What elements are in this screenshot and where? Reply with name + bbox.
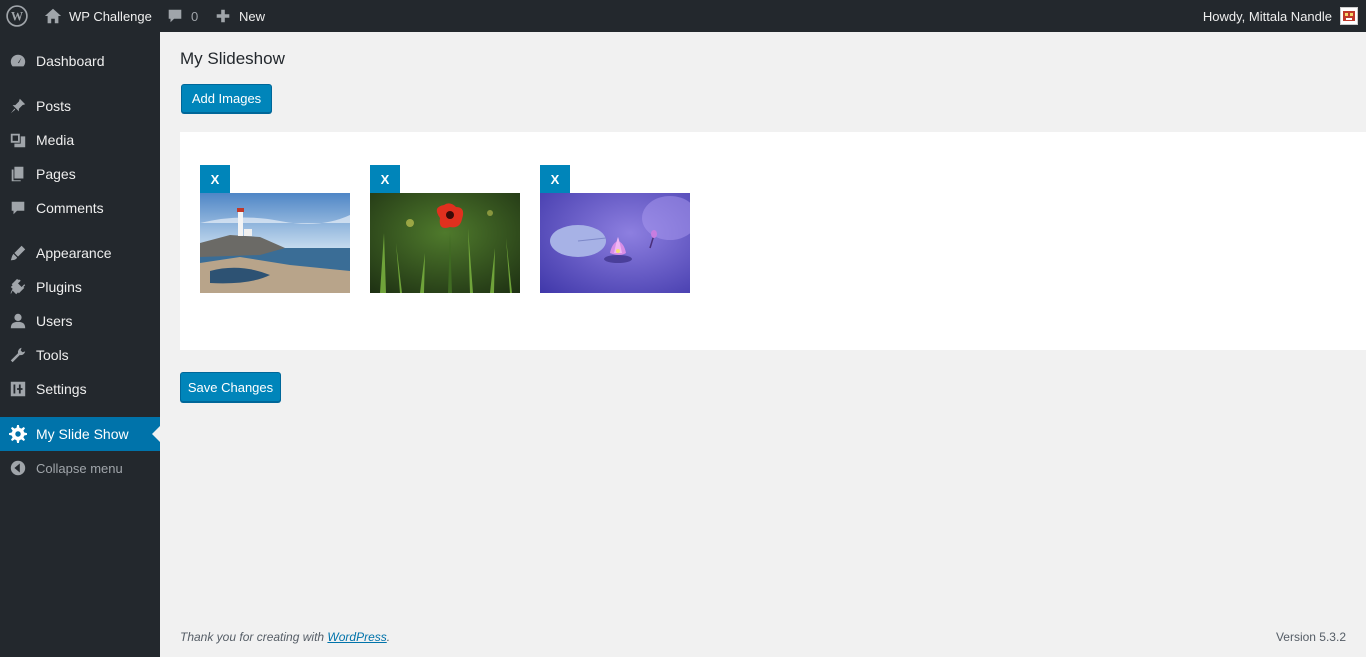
main-content: My Slideshow Add Images X X X Save Chang… (160, 32, 1366, 657)
wrench-icon (0, 346, 36, 364)
menu-label: Appearance (36, 245, 112, 261)
collapse-menu-button[interactable]: Collapse menu (0, 451, 160, 485)
menu-item-dashboard[interactable]: Dashboard (0, 44, 160, 78)
pages-icon (0, 165, 36, 183)
menu-item-my-slide-show[interactable]: My Slide Show (0, 417, 160, 451)
menu-label: My Slide Show (36, 426, 129, 442)
menu-item-posts[interactable]: Posts (0, 89, 160, 123)
remove-image-button[interactable]: X (370, 165, 400, 193)
save-changes-button[interactable]: Save Changes (180, 372, 281, 402)
menu-label: Settings (36, 381, 87, 397)
current-pointer (152, 426, 160, 442)
footer-thanks-suffix: . (386, 630, 391, 644)
plugin-icon (0, 278, 36, 296)
lighthouse-image[interactable] (200, 193, 350, 293)
menu-label: Plugins (36, 279, 82, 295)
water-lily-image[interactable] (540, 193, 690, 293)
wordpress-logo-icon[interactable]: W (6, 0, 30, 32)
menu-item-plugins[interactable]: Plugins (0, 270, 160, 304)
menu-item-users[interactable]: Users (0, 304, 160, 338)
remove-image-button[interactable]: X (540, 165, 570, 193)
gallery-item: X (200, 165, 350, 293)
users-icon (0, 312, 36, 330)
comments-link[interactable]: 0 (165, 0, 198, 32)
howdy-text: Howdy, Mittala Nandle (1202, 8, 1332, 24)
menu-label: Posts (36, 98, 72, 114)
menu-label: Users (36, 313, 73, 329)
footer-thanks: Thank you for creating with WordPress. (180, 630, 390, 644)
footer-thanks-prefix: Thank you for creating with (180, 630, 328, 644)
remove-image-button[interactable]: X (200, 165, 230, 193)
comments-count: 0 (191, 8, 199, 24)
wordpress-link[interactable]: WordPress (327, 630, 386, 644)
avatar (1340, 7, 1358, 25)
collapse-label: Collapse menu (36, 460, 123, 476)
poppy-image[interactable] (370, 193, 520, 293)
new-content-link[interactable]: New (213, 0, 265, 32)
menu-item-comments[interactable]: Comments (0, 191, 160, 225)
gallery-item: X (370, 165, 520, 293)
site-name: WP Challenge (69, 8, 152, 24)
menu-label: Tools (36, 347, 69, 363)
dashboard-icon (0, 52, 36, 70)
menu-item-media[interactable]: Media (0, 123, 160, 157)
comment-icon (0, 199, 36, 217)
menu-label: Comments (36, 200, 104, 216)
home-icon (43, 6, 63, 26)
admin-bar: W WP Challenge 0 New Howdy, Mittala Nand… (0, 0, 1366, 32)
menu-item-appearance[interactable]: Appearance (0, 236, 160, 270)
footer-version: Version 5.3.2 (1275, 630, 1346, 644)
paintbrush-icon (0, 244, 36, 262)
page-title: My Slideshow (180, 49, 285, 68)
settings-icon (0, 380, 36, 398)
pushpin-icon (0, 97, 36, 115)
media-icon (0, 131, 36, 149)
add-images-button[interactable]: Add Images (181, 84, 272, 113)
gear-icon (0, 425, 36, 443)
menu-item-settings[interactable]: Settings (0, 372, 160, 406)
site-name-link[interactable]: WP Challenge (43, 0, 152, 32)
gallery-item: X (540, 165, 690, 293)
svg-text:W: W (11, 9, 23, 23)
collapse-arrow-icon (0, 459, 36, 477)
plus-icon (213, 6, 233, 26)
menu-label: Dashboard (36, 53, 105, 69)
slideshow-gallery: X X X (180, 132, 1366, 350)
new-label: New (239, 8, 266, 24)
menu-label: Media (36, 132, 75, 148)
account-menu[interactable]: Howdy, Mittala Nandle (1203, 0, 1358, 32)
menu-item-tools[interactable]: Tools (0, 338, 160, 372)
menu-label: Pages (36, 166, 76, 182)
admin-menu: Dashboard Posts Media Pages Comments App… (0, 32, 160, 657)
menu-item-pages[interactable]: Pages (0, 157, 160, 191)
comment-bubble-icon (165, 6, 185, 26)
